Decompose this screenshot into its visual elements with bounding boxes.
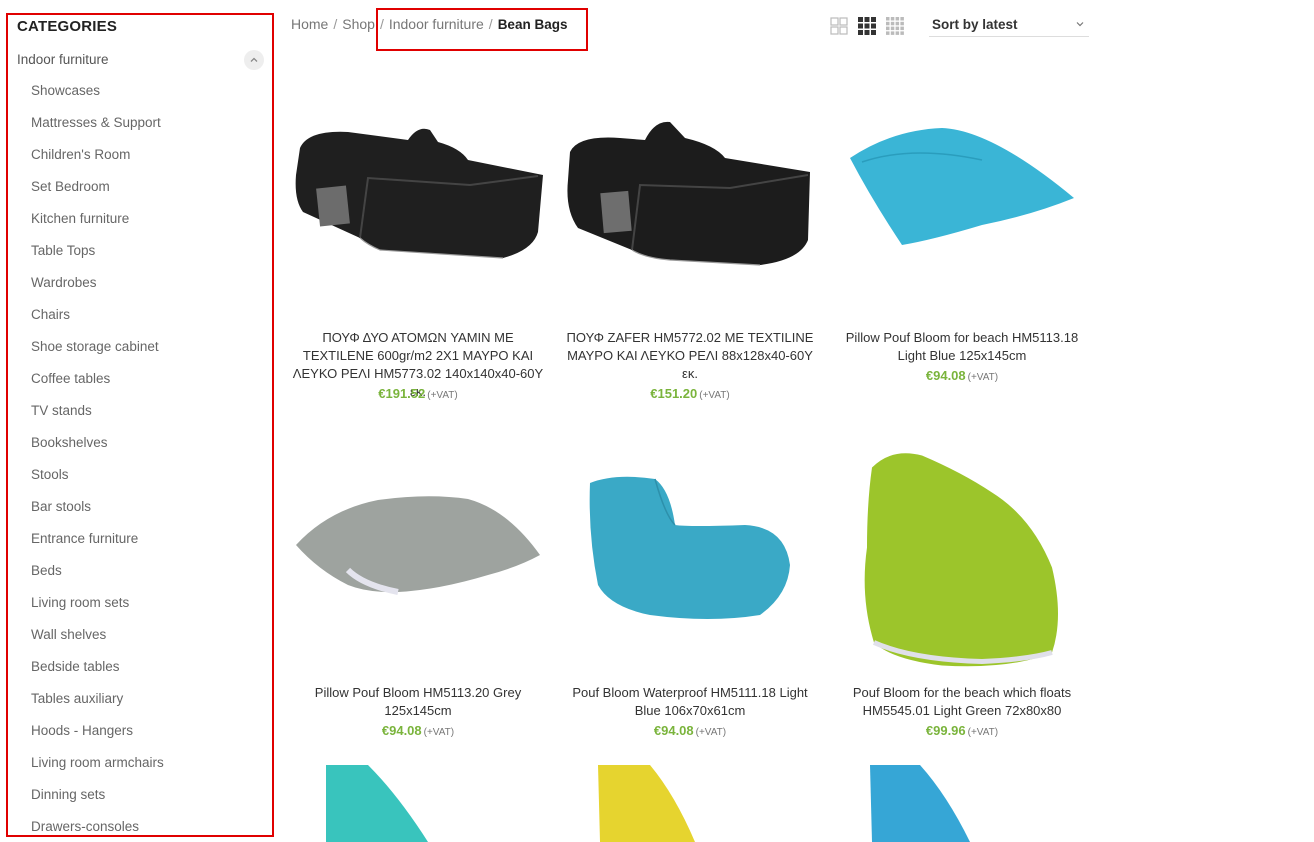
sidebar-item[interactable]: Showcases bbox=[31, 81, 164, 113]
product-card[interactable] bbox=[560, 765, 820, 842]
sidebar-item[interactable]: Bar stools bbox=[31, 497, 164, 529]
product-image-pillow-light-blue[interactable] bbox=[832, 100, 1092, 320]
price-amount: €99.96 bbox=[925, 723, 966, 738]
sidebar-item[interactable]: TV stands bbox=[31, 401, 164, 433]
sidebar-item[interactable]: Children's Room bbox=[31, 145, 164, 177]
sidebar-item[interactable]: Bookshelves bbox=[31, 433, 164, 465]
breadcrumb-home-link[interactable]: Home bbox=[291, 16, 328, 32]
product-price: €94.08 (+VAT) bbox=[560, 723, 820, 738]
collapse-toggle-button[interactable] bbox=[244, 50, 264, 70]
vat-note: (+VAT) bbox=[967, 727, 999, 738]
subcategory-list: Showcases Mattresses & Support Children'… bbox=[31, 81, 164, 835]
sidebar-item[interactable]: Chairs bbox=[31, 305, 164, 337]
chevron-up-icon bbox=[250, 57, 258, 62]
product-card[interactable] bbox=[832, 765, 1092, 842]
vat-note: (+VAT) bbox=[423, 727, 455, 738]
product-image-bean-bag-double[interactable] bbox=[288, 100, 548, 320]
product-price: €151.20 (+VAT) bbox=[560, 386, 820, 401]
product-title[interactable]: Pouf Bloom Waterproof HM5111.18 Light Bl… bbox=[560, 684, 820, 720]
price-amount: €151.20 bbox=[650, 386, 698, 401]
breadcrumb-separator: / bbox=[333, 16, 338, 32]
chevron-down-icon bbox=[1076, 22, 1084, 27]
product-price: €191.52 (+VAT) bbox=[288, 386, 548, 401]
breadcrumb-shop-link[interactable]: Shop bbox=[342, 16, 375, 32]
sidebar-item[interactable]: Living room armchairs bbox=[31, 753, 164, 785]
sidebar-item[interactable]: Wall shelves bbox=[31, 625, 164, 657]
product-image-bean-bag-zafer[interactable] bbox=[560, 100, 820, 320]
grid-2-icon bbox=[830, 17, 848, 35]
sidebar-item[interactable]: Set Bedroom bbox=[31, 177, 164, 209]
sidebar-item[interactable]: Mattresses & Support bbox=[31, 113, 164, 145]
sort-select[interactable]: Sort by latest bbox=[929, 13, 1089, 37]
product-image-pouf-turquoise[interactable] bbox=[288, 765, 548, 842]
vat-note: (+VAT) bbox=[695, 727, 727, 738]
sidebar-item[interactable]: Hoods - Hangers bbox=[31, 721, 164, 753]
grid-3-view-button[interactable] bbox=[858, 17, 876, 35]
sidebar-item[interactable]: Bedside tables bbox=[31, 657, 164, 689]
grid-4-icon bbox=[886, 17, 904, 35]
category-sidebar: CATEGORIES Indoor furniture Showcases Ma… bbox=[6, 13, 274, 837]
product-image-pouf-light-green[interactable] bbox=[832, 440, 1092, 675]
product-title[interactable]: ΠΟΥΦ ZAFER HM5772.02 ΜΕ TEXTILINE ΜΑΥΡΟ … bbox=[560, 329, 820, 383]
product-title[interactable]: Pillow Pouf Bloom for beach HM5113.18 Li… bbox=[832, 329, 1092, 365]
price-amount: €94.08 bbox=[925, 368, 966, 383]
product-image-pouf-blue[interactable] bbox=[832, 765, 1092, 842]
grid-4-view-button[interactable] bbox=[886, 17, 904, 35]
sort-select-value: Sort by latest bbox=[932, 17, 1018, 32]
sidebar-item[interactable]: Coffee tables bbox=[31, 369, 164, 401]
product-price: €94.08 (+VAT) bbox=[832, 368, 1092, 383]
sidebar-item[interactable]: Entrance furniture bbox=[31, 529, 164, 561]
product-card[interactable] bbox=[288, 765, 548, 842]
product-image-pouf-bloom-waterproof[interactable] bbox=[560, 455, 820, 675]
highlight-box bbox=[376, 8, 588, 51]
price-amount: €94.08 bbox=[381, 723, 422, 738]
grid-2-view-button[interactable] bbox=[830, 17, 848, 35]
sidebar-title: CATEGORIES bbox=[17, 18, 118, 35]
vat-note: (+VAT) bbox=[967, 372, 999, 383]
grid-3-icon bbox=[858, 17, 876, 35]
sidebar-item[interactable]: Living room sets bbox=[31, 593, 164, 625]
sidebar-item[interactable]: Drawers-consoles bbox=[31, 817, 164, 835]
product-title[interactable]: Pouf Bloom for the beach which floats HM… bbox=[832, 684, 1092, 720]
vat-note: (+VAT) bbox=[699, 390, 730, 401]
price-amount: €94.08 bbox=[653, 723, 694, 738]
sidebar-item-indoor-furniture[interactable]: Indoor furniture bbox=[17, 52, 109, 67]
product-price: €94.08 (+VAT) bbox=[288, 723, 548, 738]
product-title[interactable]: Pillow Pouf Bloom HM5113.20 Grey 125x145… bbox=[288, 684, 548, 720]
product-price: €99.96 (+VAT) bbox=[832, 723, 1092, 738]
sidebar-item[interactable]: Tables auxiliary bbox=[31, 689, 164, 721]
sidebar-item[interactable]: Shoe storage cabinet bbox=[31, 337, 164, 369]
sidebar-item[interactable]: Kitchen furniture bbox=[31, 209, 164, 241]
sidebar-item[interactable]: Dinning sets bbox=[31, 785, 164, 817]
vat-note: (+VAT) bbox=[427, 390, 458, 401]
price-amount: €191.52 bbox=[378, 386, 426, 401]
sidebar-item[interactable]: Beds bbox=[31, 561, 164, 593]
sidebar-item[interactable]: Stools bbox=[31, 465, 164, 497]
sidebar-item[interactable]: Table Tops bbox=[31, 241, 164, 273]
product-image-pouf-yellow[interactable] bbox=[560, 765, 820, 842]
sidebar-item[interactable]: Wardrobes bbox=[31, 273, 164, 305]
product-image-pillow-grey[interactable] bbox=[288, 455, 548, 675]
